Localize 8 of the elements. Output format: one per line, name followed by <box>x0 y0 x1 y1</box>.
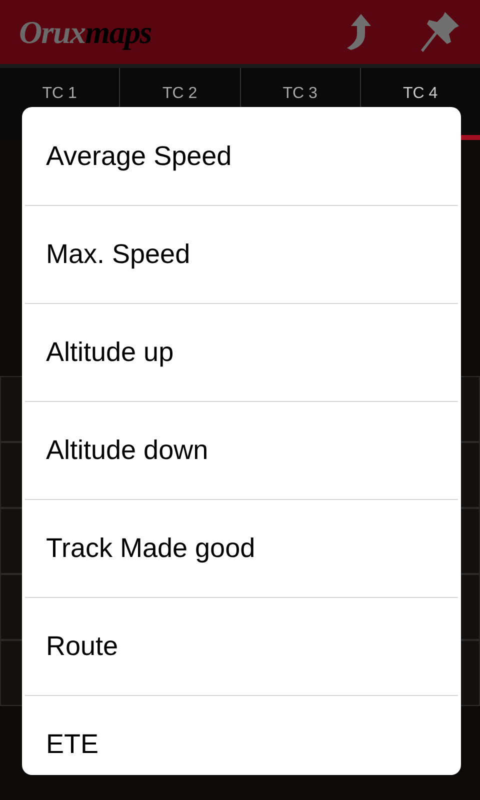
menu-item[interactable]: ETE <box>25 695 458 775</box>
menu-item[interactable]: Altitude down <box>25 401 458 499</box>
menu-item[interactable]: Route <box>25 597 458 695</box>
menu-item[interactable]: Max. Speed <box>25 205 458 303</box>
pin-icon[interactable] <box>421 10 461 54</box>
menu-item[interactable]: Track Made good <box>25 499 458 597</box>
app-logo: Oruxmaps <box>19 13 152 52</box>
menu-item[interactable]: Altitude up <box>25 303 458 401</box>
